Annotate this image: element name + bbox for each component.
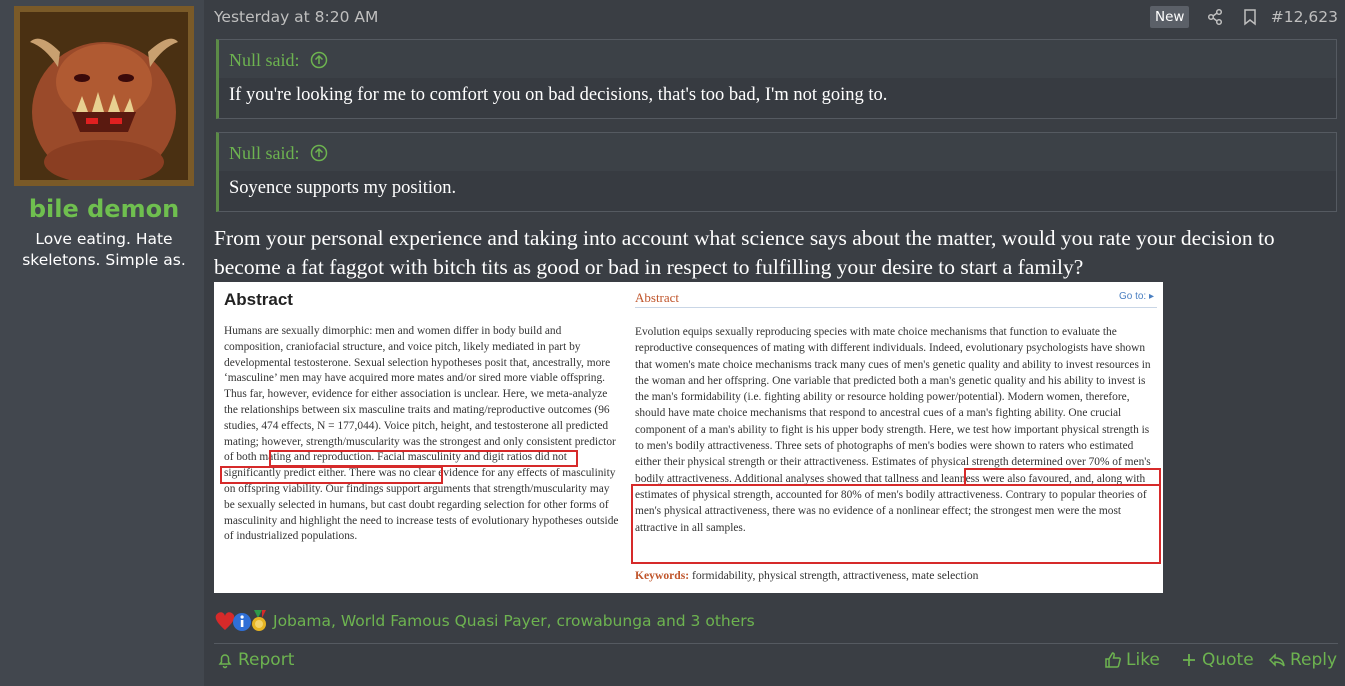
quote-author[interactable]: Null said: xyxy=(229,50,300,70)
quote-label: Quote xyxy=(1202,650,1254,670)
divider xyxy=(214,643,1338,644)
jump-to-quote-icon[interactable] xyxy=(310,144,328,162)
reaction-users[interactable]: Jobama, World Famous Quasi Payer, crowab… xyxy=(273,612,755,630)
avatar[interactable] xyxy=(14,6,194,186)
goto-link[interactable]: Go to: ▸ xyxy=(1119,291,1154,302)
like-button[interactable]: Like xyxy=(1104,650,1160,670)
heart-icon xyxy=(215,612,235,630)
keywords-label: Keywords: xyxy=(635,569,690,582)
username[interactable]: bile demon xyxy=(0,195,208,223)
bile-demon-avatar-image xyxy=(20,12,188,180)
highlight-box xyxy=(269,450,578,467)
keywords-text: formidability, physical strength, attrac… xyxy=(692,569,979,582)
report-button[interactable]: Report xyxy=(216,650,294,670)
bell-icon xyxy=(218,654,232,669)
quote-block: Null said: Soyence supports my position. xyxy=(216,132,1337,212)
keywords: Keywords: formidability, physical streng… xyxy=(635,569,978,582)
jump-to-quote-icon[interactable] xyxy=(310,51,328,69)
info-icon xyxy=(233,613,251,631)
left-abstract-text: Humans are sexually dimorphic: men and w… xyxy=(224,325,619,543)
quote-button[interactable]: Quote xyxy=(1180,650,1254,670)
quote-header[interactable]: Null said: xyxy=(219,133,1336,171)
post-message: From your personal experience and taking… xyxy=(214,226,1275,279)
like-label: Like xyxy=(1126,650,1160,670)
right-abstract-title-text: Abstract xyxy=(635,290,680,305)
reply-button[interactable]: Reply xyxy=(1268,650,1337,670)
highlight-box xyxy=(631,484,1161,564)
bookmark-icon[interactable] xyxy=(1241,8,1259,26)
highlight-box xyxy=(220,466,443,484)
quote-block: Null said: If you're looking for me to c… xyxy=(216,39,1337,119)
post-timestamp[interactable]: Yesterday at 8:20 AM xyxy=(214,8,378,26)
medal-icon xyxy=(252,610,266,631)
quote-text: If you're looking for me to comfort you … xyxy=(229,85,888,105)
share-icon[interactable] xyxy=(1206,8,1224,26)
quote-header[interactable]: Null said: xyxy=(219,40,1336,78)
reply-label: Reply xyxy=(1290,650,1338,670)
reaction-icons[interactable] xyxy=(214,608,270,634)
right-abstract-title: Abstract Go to: ▸ xyxy=(635,290,1157,308)
reply-icon xyxy=(1268,653,1285,667)
post-header: Yesterday at 8:20 AM New #12,623 xyxy=(214,6,1338,28)
quote-author[interactable]: Null said: xyxy=(229,143,300,163)
user-sidebar: bile demon Love eating. Hate skeletons. … xyxy=(0,0,204,686)
user-title: Love eating. Hate skeletons. Simple as. xyxy=(22,230,186,269)
embedded-abstract-image[interactable]: Abstract Humans are sexually dimorphic: … xyxy=(214,282,1163,593)
plus-icon xyxy=(1183,654,1195,666)
thumbs-up-icon xyxy=(1105,652,1121,668)
report-label: Report xyxy=(238,650,295,670)
quote-text: Soyence supports my position. xyxy=(229,178,457,198)
new-badge: New xyxy=(1150,6,1190,28)
post-number[interactable]: #12,623 xyxy=(1271,8,1338,26)
left-abstract-title: Abstract xyxy=(224,290,293,309)
